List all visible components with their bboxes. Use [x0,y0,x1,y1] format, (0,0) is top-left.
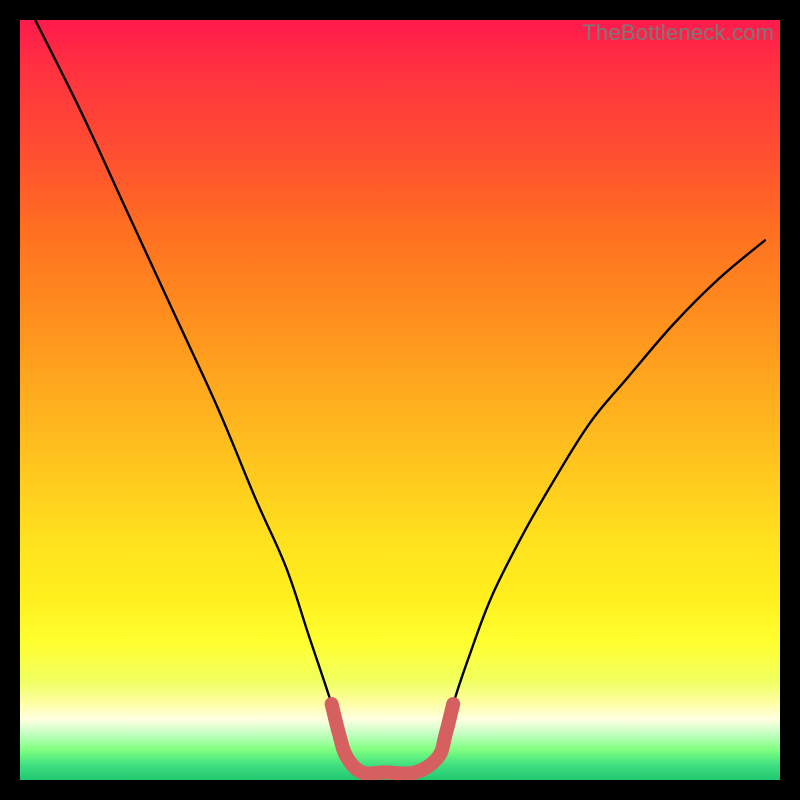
bottleneck-chart [20,20,780,780]
bottleneck-curve-line [35,20,765,774]
watermark-text: TheBottleneck.com [582,20,774,46]
chart-area [20,20,780,780]
flat-bottom-highlight [332,704,454,774]
